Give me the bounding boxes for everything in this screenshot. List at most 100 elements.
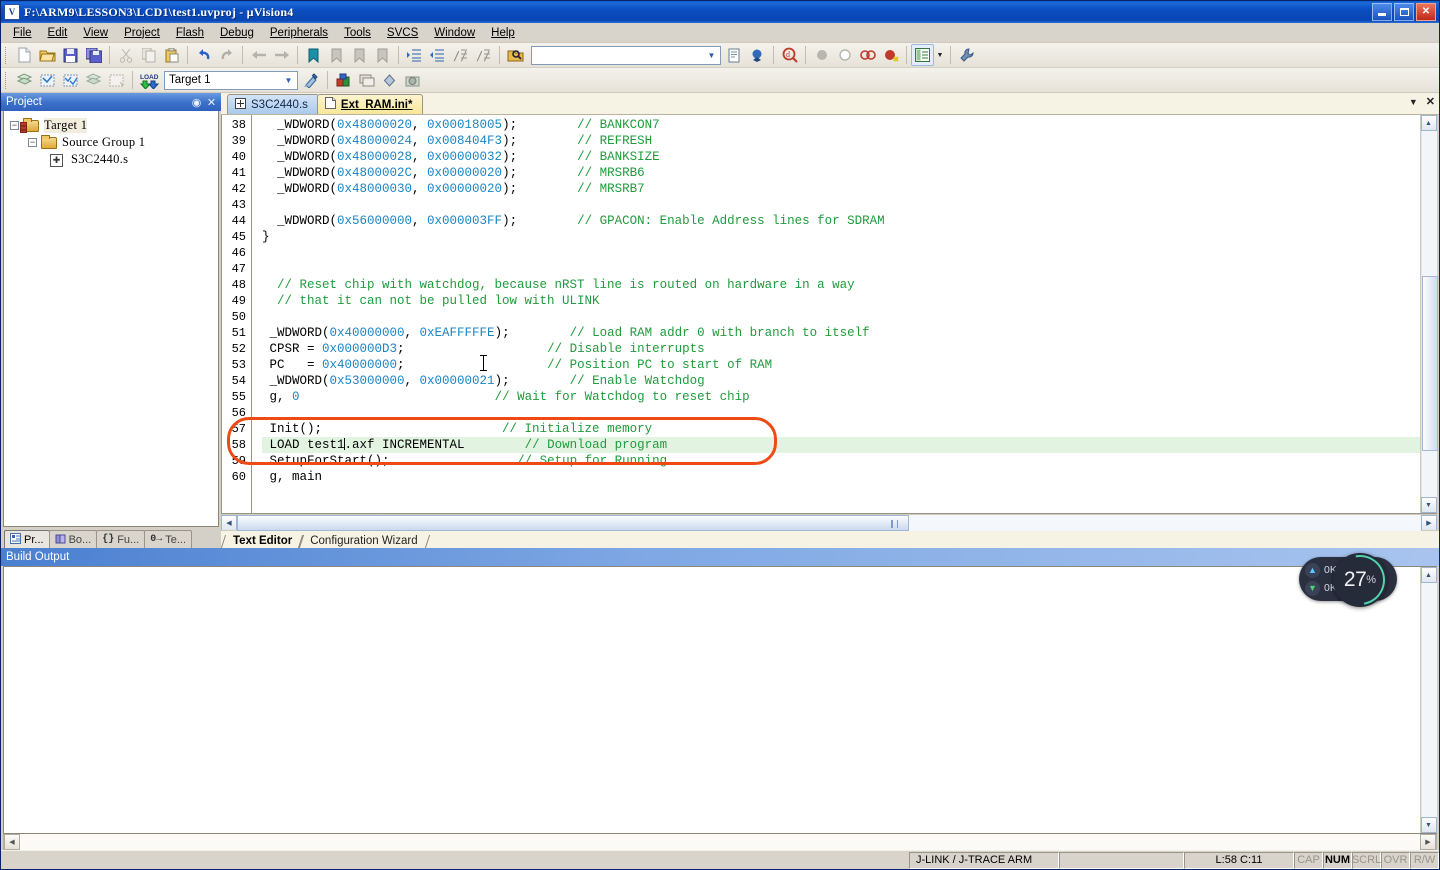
menu-file[interactable]: File [5,25,40,41]
tab-text-editor[interactable]: Text Editor [225,534,302,548]
tab-functions[interactable]: {} Fu... [96,530,146,548]
maximize-button[interactable] [1394,3,1414,21]
minimize-button[interactable] [1372,3,1392,21]
scroll-track[interactable] [1420,583,1437,817]
code-text[interactable]: _WDWORD(0x48000020, 0x00018005); // BANK… [252,115,1420,513]
tree-node-target[interactable]: − Target 1 [10,117,218,134]
code-line[interactable] [262,197,1420,213]
tree-node-file[interactable]: ✚ S3C2440.s [10,151,218,168]
code-line[interactable]: PC = 0x40000000; // Position PC to start… [262,357,1420,373]
project-tree[interactable]: − Target 1 − Source Group 1 ✚ S3C2440.s [3,111,219,527]
code-line[interactable] [262,245,1420,261]
code-line[interactable] [262,261,1420,277]
target-select[interactable]: Target 1 ▼ [164,70,298,90]
cpu-usage-gauge[interactable]: 27 % [1325,545,1395,615]
close-icon[interactable]: ✕ [204,95,219,110]
rebuild-all-icon[interactable] [59,69,82,91]
open-file-icon[interactable] [36,44,59,66]
window-layout-dropdown[interactable]: ▼ [934,44,946,66]
comment-icon[interactable]: // [449,44,472,66]
search-input[interactable]: ▼ [531,45,721,65]
stop-build-icon[interactable] [105,69,128,91]
code-line[interactable]: CPSR = 0x000000D3; // Disable interrupts [262,341,1420,357]
copy-icon[interactable] [137,44,160,66]
navigate-back-icon[interactable] [247,44,270,66]
code-line[interactable]: Init(); // Initialize memory [262,421,1420,437]
bookmark-next-icon[interactable] [348,44,371,66]
toolbar-grip[interactable] [5,46,9,64]
code-line[interactable]: _WDWORD(0x48000024, 0x008404F3); // REFR… [262,133,1420,149]
menu-tools[interactable]: Tools [336,25,379,41]
load-icon[interactable]: LOAD [137,69,160,91]
browse-symbol-icon[interactable] [746,44,769,66]
scroll-right-button[interactable]: ▶ [1421,514,1437,531]
code-line[interactable]: g, 0 // Wait for Watchdog to reset chip [262,389,1420,405]
outdent-icon[interactable] [426,44,449,66]
scroll-track[interactable] [1420,131,1438,497]
cut-icon[interactable] [114,44,137,66]
save-all-icon[interactable] [82,44,105,66]
insert-breakpoint-icon[interactable] [810,44,833,66]
scroll-thumb[interactable] [237,514,909,531]
undo-icon[interactable] [192,44,215,66]
expander-icon[interactable]: − [28,138,37,147]
menu-help[interactable]: Help [483,25,523,41]
toolbar-grip[interactable] [5,71,9,89]
scroll-up-button[interactable]: ▲ [1420,115,1437,131]
code-line[interactable]: // Reset chip with watchdog, because nRS… [262,277,1420,293]
code-viewport[interactable]: 38 39 40 41 42 43 44 45 46 47 48 49 50 51 52 53 54 55 56 57… [222,115,1420,513]
scroll-down-button[interactable]: ▼ [1420,497,1437,513]
code-line[interactable] [262,309,1420,325]
scroll-left-button[interactable]: ◀ [4,833,20,850]
translate-icon[interactable] [13,69,36,91]
redo-icon[interactable] [215,44,238,66]
find-next-icon[interactable] [723,44,746,66]
manage-components-icon[interactable] [332,69,355,91]
chevron-down-icon[interactable]: ▼ [704,48,719,63]
chevron-down-icon[interactable]: ▼ [281,73,296,88]
manage-multi-project-icon[interactable] [355,69,378,91]
menu-edit[interactable]: Edit [40,25,76,41]
tab-project[interactable]: Pr... [4,530,50,548]
scroll-left-button[interactable]: ◀ [221,514,237,531]
scroll-right-button[interactable]: ▶ [1420,833,1436,850]
menu-flash[interactable]: Flash [168,25,212,41]
editor-horizontal-scrollbar[interactable]: ◀ ▶ [221,514,1437,531]
code-line[interactable] [262,405,1420,421]
code-line[interactable]: _WDWORD(0x40000000, 0xEAFFFFFE); // Load… [262,325,1420,341]
paste-icon[interactable] [160,44,183,66]
scroll-track[interactable] [237,514,1421,531]
batch-build-icon[interactable] [82,69,105,91]
expander-icon[interactable]: − [10,121,19,130]
disable-all-breakpoints-icon[interactable] [879,44,902,66]
bookmark-clear-icon[interactable] [371,44,394,66]
code-line[interactable]: _WDWORD(0x48000030, 0x00000020); // MRSR… [262,181,1420,197]
code-line[interactable]: // that it can not be pulled low with UL… [262,293,1420,309]
code-line[interactable]: _WDWORD(0x53000000, 0x00000021); // Enab… [262,373,1420,389]
manage-run-time-icon[interactable] [401,69,424,91]
tab-configuration-wizard[interactable]: Configuration Wizard [302,534,427,548]
scroll-thumb[interactable] [1421,276,1438,451]
scroll-track[interactable] [20,833,1420,850]
wrench-configure-icon[interactable] [955,44,978,66]
new-file-icon[interactable] [13,44,36,66]
uncomment-icon[interactable]: // [472,44,495,66]
scroll-down-button[interactable]: ▼ [1420,817,1437,833]
kill-all-breakpoints-icon[interactable] [856,44,879,66]
build-output-horizontal-scrollbar[interactable]: ◀ ▶ [3,833,1437,850]
build-target-icon[interactable] [36,69,59,91]
target-options-icon[interactable] [300,69,323,91]
code-line[interactable]: _WDWORD(0x48000020, 0x00018005); // BANK… [262,117,1420,133]
code-line[interactable]: _WDWORD(0x56000000, 0x000003FF); // GPAC… [262,213,1420,229]
code-editor[interactable]: 38 39 40 41 42 43 44 45 46 47 48 49 50 51 52 53 54 55 56 57… [221,115,1438,514]
menu-peripherals[interactable]: Peripherals [262,25,336,41]
close-document-icon[interactable]: ✕ [1426,95,1435,108]
menu-project[interactable]: Project [116,25,168,41]
window-list-icon[interactable]: ▼ [1409,97,1418,107]
bookmark-toggle-icon[interactable] [302,44,325,66]
menu-debug[interactable]: Debug [212,25,262,41]
editor-tab-ext-ram[interactable]: Ext_RAM.ini* [316,94,424,114]
close-button[interactable]: ✕ [1416,3,1436,21]
build-output-body[interactable]: ▲ ▼ [3,566,1437,834]
indent-icon[interactable] [403,44,426,66]
